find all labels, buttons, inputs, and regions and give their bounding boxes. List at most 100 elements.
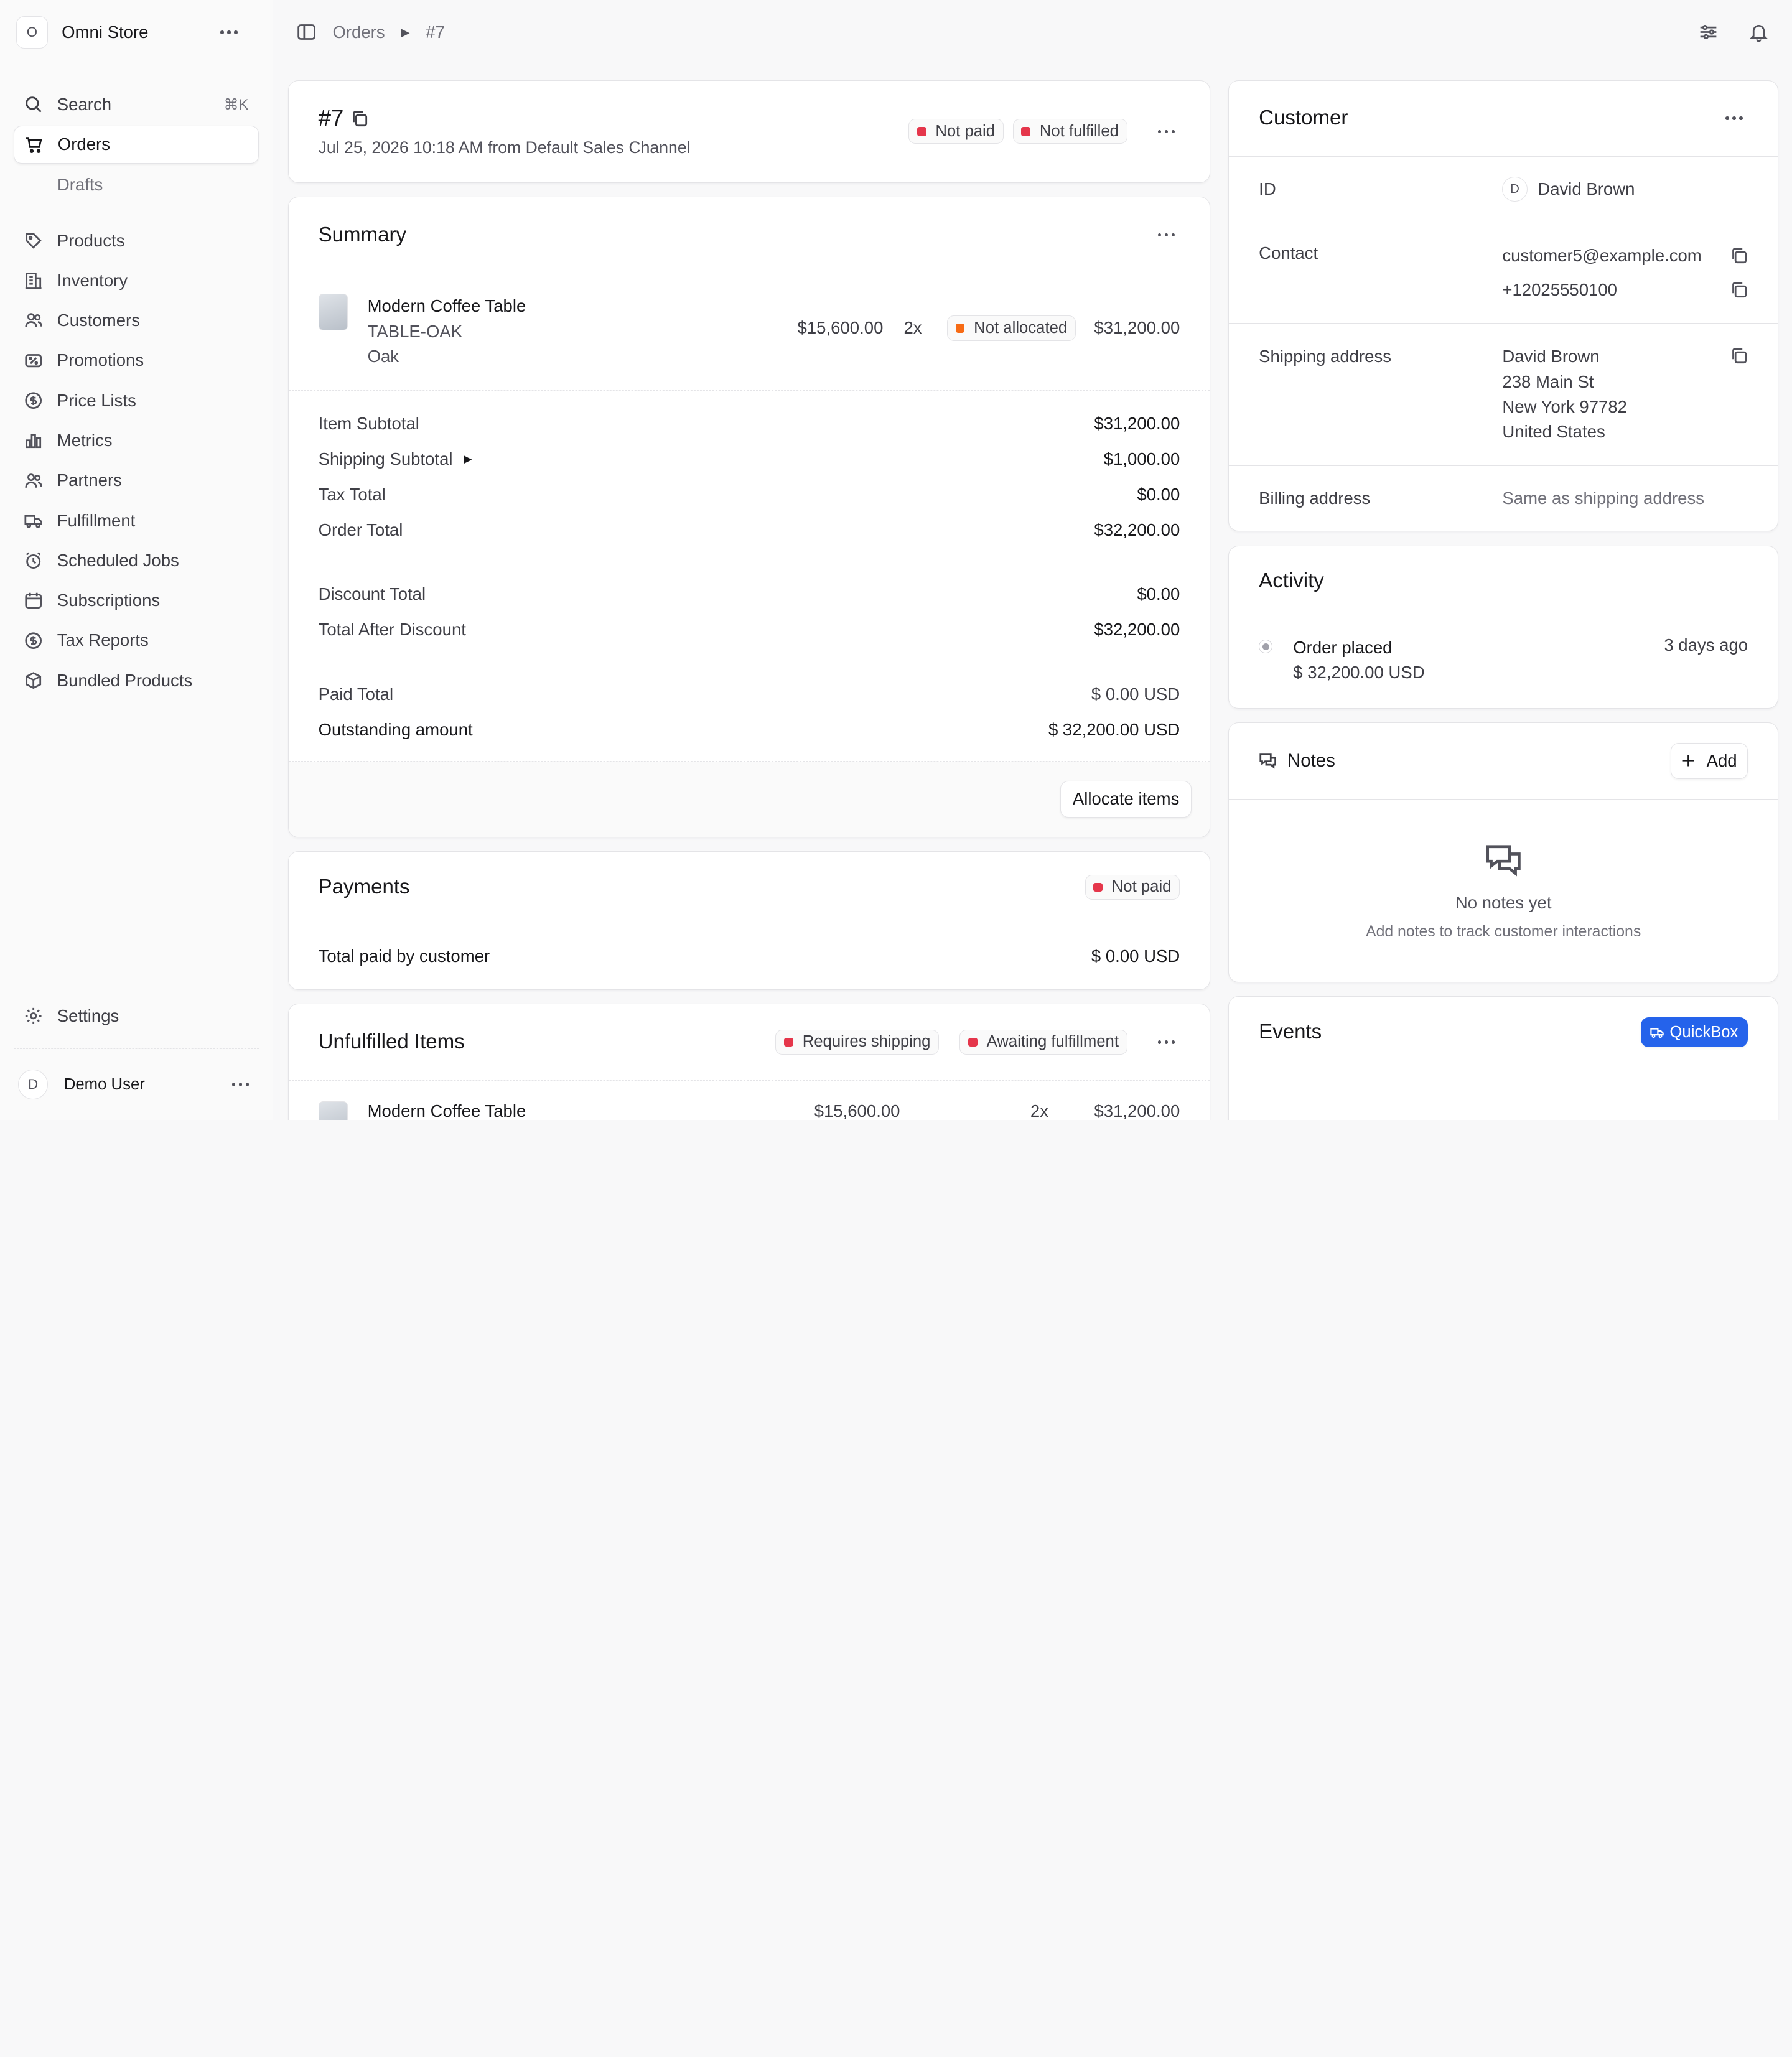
caret-right-icon: ▶	[464, 452, 472, 465]
tag-icon	[24, 231, 42, 250]
totals-section: Item Subtotal $31,200.00 Shipping Subtot…	[289, 391, 1210, 561]
field-label: Billing address	[1259, 488, 1371, 508]
sidebar-item-bundled-products[interactable]: Bundled Products	[14, 661, 259, 699]
line-item-qty: 2x	[1030, 1101, 1048, 1120]
sidebar-item-customers[interactable]: Customers	[14, 302, 259, 340]
payments-title: Payments	[318, 875, 410, 898]
store-menu-icon[interactable]	[215, 21, 243, 44]
users-icon	[24, 472, 42, 490]
customer-link[interactable]: D David Brown	[1502, 176, 1748, 202]
total-row: Shipping Subtotal ▶ $1,000.00	[319, 447, 1180, 470]
user-menu-icon[interactable]	[227, 1073, 254, 1096]
activity-item: Order placed $ 32,200.00 USD 3 days ago	[1229, 617, 1777, 708]
status-badge-fulfillment: Awaiting fulfillment	[959, 1029, 1127, 1055]
sidebar-item-label: Products	[57, 230, 125, 250]
order-menu-icon[interactable]	[1152, 120, 1180, 143]
order-subtitle: Jul 25, 2026 10:18 AM from Default Sales…	[318, 138, 691, 157]
total-paid-row: Total paid by customer $ 0.00 USD	[289, 923, 1210, 990]
line-item: Modern Coffee Table TABLE-OAK Oak $15,60…	[289, 273, 1210, 389]
total-value: $0.00	[1137, 584, 1180, 604]
total-value: $1,000.00	[1103, 449, 1180, 469]
shipping-address: David Brown 238 Main St New York 97782 U…	[1502, 344, 1627, 445]
badge-label: Not paid	[1111, 878, 1172, 896]
badge-label: Not fulfilled	[1039, 122, 1119, 140]
badge-label: Not paid	[935, 122, 996, 140]
sidebar-item-label: Partners	[57, 470, 122, 490]
customer-menu-icon[interactable]	[1720, 107, 1748, 130]
total-value: $32,200.00	[1094, 520, 1180, 539]
sliders-icon[interactable]	[1698, 22, 1719, 42]
field-label: Shipping address	[1259, 347, 1392, 366]
bell-icon[interactable]	[1748, 22, 1769, 42]
events-title: Events	[1259, 1020, 1322, 1044]
sidebar-item-label: Tax Reports	[57, 630, 149, 650]
address-line: David Brown	[1502, 347, 1600, 366]
sidebar-item-label: Fulfillment	[57, 510, 136, 530]
store-switcher[interactable]: O Omni Store	[14, 0, 259, 65]
line-item: Modern Coffee Table $15,600.00 2x $31,20…	[289, 1081, 1210, 1120]
unfulfilled-title: Unfulfilled Items	[318, 1030, 465, 1053]
user-menu[interactable]: D Demo User	[0, 1049, 273, 1120]
sidebar-item-subscriptions[interactable]: Subscriptions	[14, 582, 259, 620]
address-line: New York 97782	[1502, 396, 1628, 416]
sidebar-search[interactable]: Search ⌘K	[14, 86, 259, 124]
activity-card: Activity Order placed $ 32,200.00 USD 3 …	[1228, 545, 1778, 709]
total-label: Total paid by customer	[318, 946, 490, 966]
copy-icon[interactable]	[1730, 281, 1748, 299]
sidebar-item-promotions[interactable]: Promotions	[14, 342, 259, 380]
events-card: Events QuickBox	[1228, 996, 1778, 1120]
activity-title: Activity	[1259, 569, 1324, 593]
sidebar-item-partners[interactable]: Partners	[14, 462, 259, 500]
receipt-percent-icon	[24, 352, 42, 370]
add-note-button[interactable]: + Add	[1671, 742, 1748, 780]
total-value: $ 0.00 USD	[1091, 684, 1180, 704]
sidebar-nav: Search ⌘K Orders Drafts Products Invento…	[0, 65, 273, 699]
unfulfilled-menu-icon[interactable]	[1152, 1031, 1180, 1054]
sidebar-item-settings[interactable]: Settings	[14, 997, 259, 1035]
topbar: Orders ▶ #7	[273, 0, 1792, 65]
sidebar-item-orders[interactable]: Orders	[14, 126, 259, 164]
address-line: 238 Main St	[1502, 371, 1594, 391]
activity-event: Order placed	[1293, 637, 1393, 657]
shipping-subtotal-toggle[interactable]: Shipping Subtotal ▶	[319, 449, 472, 469]
chat-bubbles-icon	[1483, 841, 1524, 879]
sidebar-toggle-icon[interactable]	[296, 22, 317, 42]
sidebar-item-tax-reports[interactable]: Tax Reports	[14, 622, 259, 660]
copy-icon[interactable]	[1730, 347, 1748, 445]
total-row: Paid Total $ 0.00 USD	[319, 683, 1180, 706]
paid-section: Paid Total $ 0.00 USD Outstanding amount…	[289, 661, 1210, 761]
copy-icon[interactable]	[1730, 246, 1748, 264]
sidebar-item-fulfillment[interactable]: Fulfillment	[14, 501, 259, 539]
calendar-icon	[24, 591, 42, 609]
sidebar-item-label: Promotions	[57, 350, 144, 370]
total-row: Order Total $32,200.00	[319, 518, 1180, 541]
customer-card: Customer ID D David Brown Contact custom…	[1228, 80, 1778, 532]
line-item-unit-price: $15,600.00	[797, 317, 884, 337]
product-thumbnail	[318, 294, 348, 331]
summary-menu-icon[interactable]	[1152, 223, 1180, 246]
store-name: Omni Store	[62, 22, 149, 42]
sidebar-item-metrics[interactable]: Metrics	[14, 422, 259, 460]
quickbox-button[interactable]: QuickBox	[1640, 1017, 1748, 1048]
sidebar-item-label: Price Lists	[57, 390, 136, 410]
sidebar-item-inventory[interactable]: Inventory	[14, 262, 259, 300]
currency-icon	[24, 391, 42, 409]
users-icon	[24, 311, 42, 329]
total-row: Item Subtotal $31,200.00	[319, 412, 1180, 435]
copy-icon[interactable]	[350, 110, 368, 128]
cube-icon	[24, 671, 42, 689]
breadcrumb-current: #7	[426, 22, 445, 42]
allocate-items-button[interactable]: Allocate items	[1060, 780, 1192, 818]
breadcrumb-orders[interactable]: Orders	[332, 22, 385, 42]
discount-section: Discount Total $0.00 Total After Discoun…	[289, 561, 1210, 661]
sidebar-item-scheduled-jobs[interactable]: Scheduled Jobs	[14, 542, 259, 580]
chevron-right-icon: ▶	[401, 25, 410, 39]
line-item-name: Modern Coffee Table	[367, 1101, 526, 1120]
sidebar-item-price-lists[interactable]: Price Lists	[14, 381, 259, 419]
sidebar-item-drafts[interactable]: Drafts	[14, 166, 259, 203]
customer-phone: +12025550100	[1502, 279, 1617, 299]
status-badge-payment: Not paid	[1085, 874, 1180, 900]
line-item-sku: TABLE-OAK	[367, 321, 463, 341]
sidebar-item-label: Settings	[57, 1005, 119, 1025]
sidebar-item-products[interactable]: Products	[14, 222, 259, 259]
